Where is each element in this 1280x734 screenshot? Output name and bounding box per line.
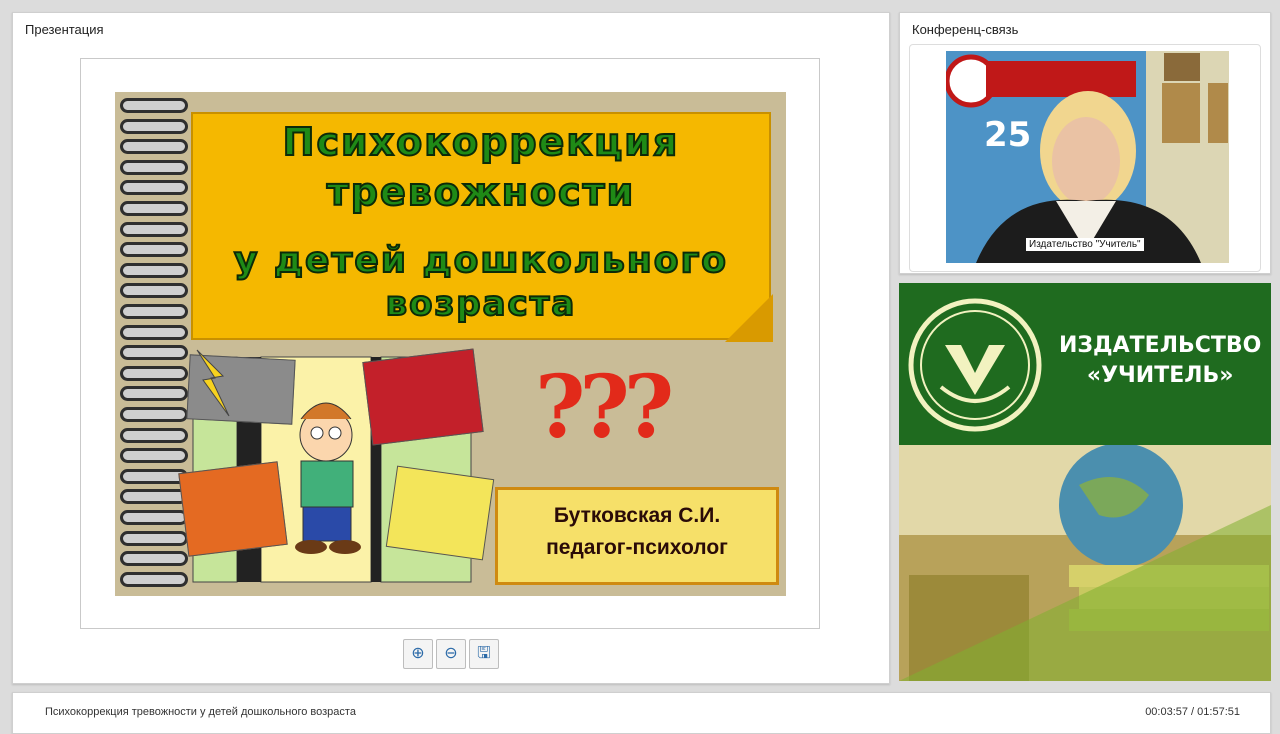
spiral-coil — [120, 221, 188, 237]
conference-panel: Конференц-связь 25 Издательство "Учитель… — [899, 12, 1271, 274]
zoom-out-icon: ⊖ — [444, 645, 458, 662]
notebook-spiral — [115, 92, 188, 596]
lecture-title: Психокоррекция тревожности у детей дошко… — [45, 706, 356, 718]
spiral-coil — [120, 345, 188, 361]
spiral-coil — [120, 304, 188, 319]
author-role: педагог-психолог — [546, 536, 728, 559]
save-button[interactable]: 🖫 — [469, 639, 499, 669]
zoom-out-button[interactable]: ⊖ — [436, 639, 466, 669]
publisher-logo-icon — [908, 298, 1042, 432]
slide-title-line1: Психокоррекция — [282, 119, 680, 165]
presentation-panel-title: Презентация — [25, 22, 104, 37]
slide-title-line3: у детей дошкольного — [233, 239, 728, 282]
conference-panel-title: Конференц-связь — [912, 22, 1019, 37]
spiral-coil — [120, 571, 188, 587]
spiral-coil — [120, 324, 188, 340]
books-globe-image — [899, 445, 1271, 681]
presentation-panel: Презентация Психокоррекция тревожности у… — [12, 12, 890, 684]
spiders-picture — [178, 461, 288, 557]
spiral-coil — [120, 283, 188, 299]
zoom-in-icon: ⊕ — [411, 645, 425, 662]
slide-title-line2: тревожности — [326, 169, 636, 215]
spiral-coil — [120, 118, 188, 134]
spiral-coil — [120, 407, 188, 422]
spiral-coil — [120, 159, 188, 175]
spiral-coil — [120, 530, 188, 546]
question-marks: ??? — [535, 357, 674, 458]
snake-picture — [385, 465, 495, 561]
spiral-coil — [120, 201, 188, 216]
spiral-coil — [120, 262, 188, 278]
author-card: Бутковская С.И. педагог-психолог — [495, 487, 779, 585]
video-caption: Издательство "Учитель" — [1026, 238, 1144, 251]
spiral-coil — [120, 510, 188, 525]
spiral-coil — [120, 551, 188, 567]
webcam-image: 25 — [946, 51, 1229, 263]
zoom-in-button[interactable]: ⊕ — [403, 639, 433, 669]
slide-title-line4: возраста — [385, 283, 577, 325]
publisher-name-line1: ИЗДАТЕЛЬСТВО — [1059, 333, 1262, 358]
save-icon: 🖫 — [477, 645, 491, 662]
author-name: Бутковская С.И. — [553, 504, 721, 527]
publisher-name: ИЗДАТЕЛЬСТВО «УЧИТЕЛЬ» — [1059, 331, 1261, 391]
spiral-coil — [120, 448, 188, 464]
spiral-coil — [120, 98, 188, 113]
page-curl — [725, 294, 773, 342]
video-stream[interactable]: 25 Издательство "Учитель" — [946, 51, 1229, 263]
spiral-coil — [120, 139, 188, 155]
publisher-banner: ИЗДАТЕЛЬСТВО «УЧИТЕЛЬ» — [899, 283, 1271, 681]
svg-text:25: 25 — [984, 115, 1031, 155]
spiral-coil — [120, 386, 188, 402]
spiral-coil — [120, 180, 188, 196]
publisher-name-line2: «УЧИТЕЛЬ» — [1086, 363, 1234, 388]
slide-frame: Психокоррекция тревожности у детей дошко… — [80, 58, 820, 629]
spiral-coil — [120, 489, 188, 505]
playback-time: 00:03:57 / 01:57:51 — [1145, 706, 1240, 718]
publisher-banner-header: ИЗДАТЕЛЬСТВО «УЧИТЕЛЬ» — [899, 283, 1271, 445]
spiral-coil — [120, 365, 188, 381]
slide: Психокоррекция тревожности у детей дошко… — [115, 92, 786, 596]
lightning-icon — [196, 349, 230, 417]
spiral-coil — [120, 427, 188, 443]
status-bar: Психокоррекция тревожности у детей дошко… — [12, 692, 1271, 734]
spiral-coil — [120, 242, 188, 258]
bats-picture — [362, 348, 484, 446]
slide-title-card: Психокоррекция тревожности у детей дошко… — [191, 112, 773, 342]
